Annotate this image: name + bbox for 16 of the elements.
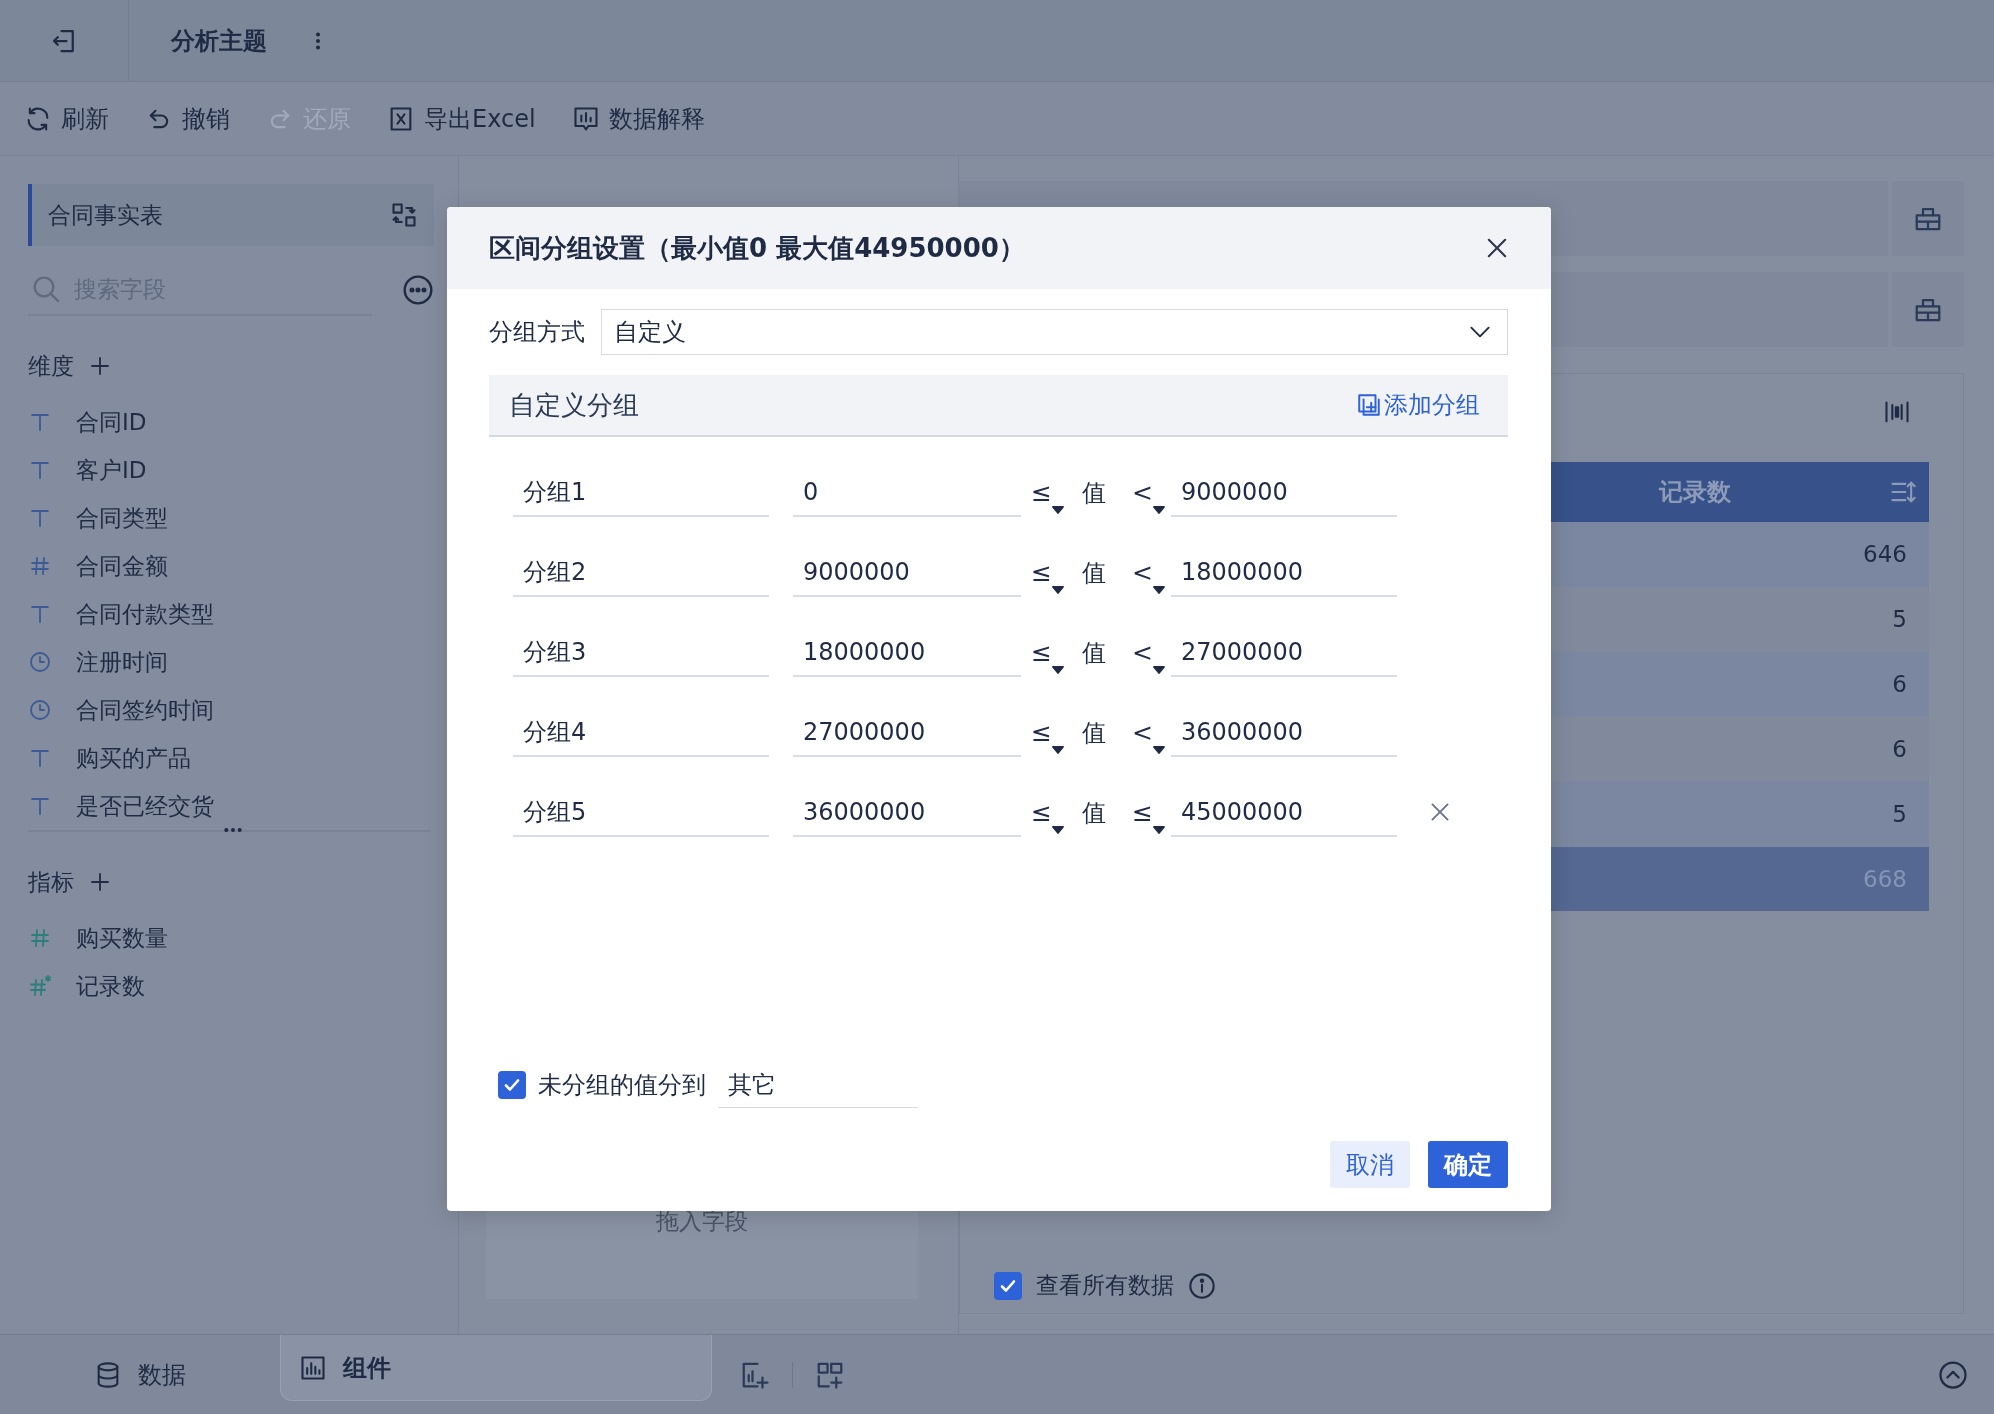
- page-title: 分析主题: [171, 25, 267, 57]
- value-label: 值: [1081, 558, 1106, 589]
- table-name: 合同事实表: [48, 200, 163, 230]
- field-label: 分组方式: [489, 317, 585, 348]
- dialog-title: 区间分组设置（最小值0 最大值44950000）: [489, 231, 1025, 265]
- section-title: 自定义分组: [509, 388, 639, 422]
- value-label: 值: [1081, 638, 1106, 669]
- value-label: 值: [1081, 798, 1106, 829]
- checkbox-label: 未分组的值分到: [538, 1070, 706, 1101]
- checkbox-label: 查看所有数据: [1036, 1271, 1174, 1300]
- section-title: 维度: [28, 351, 74, 381]
- section-title: 指标: [28, 867, 74, 897]
- value-label: 值: [1081, 718, 1106, 749]
- drop-hint: 拖入字段: [656, 1207, 748, 1236]
- value-label: 值: [1081, 478, 1106, 509]
- column-title: 记录数: [1659, 477, 1731, 508]
